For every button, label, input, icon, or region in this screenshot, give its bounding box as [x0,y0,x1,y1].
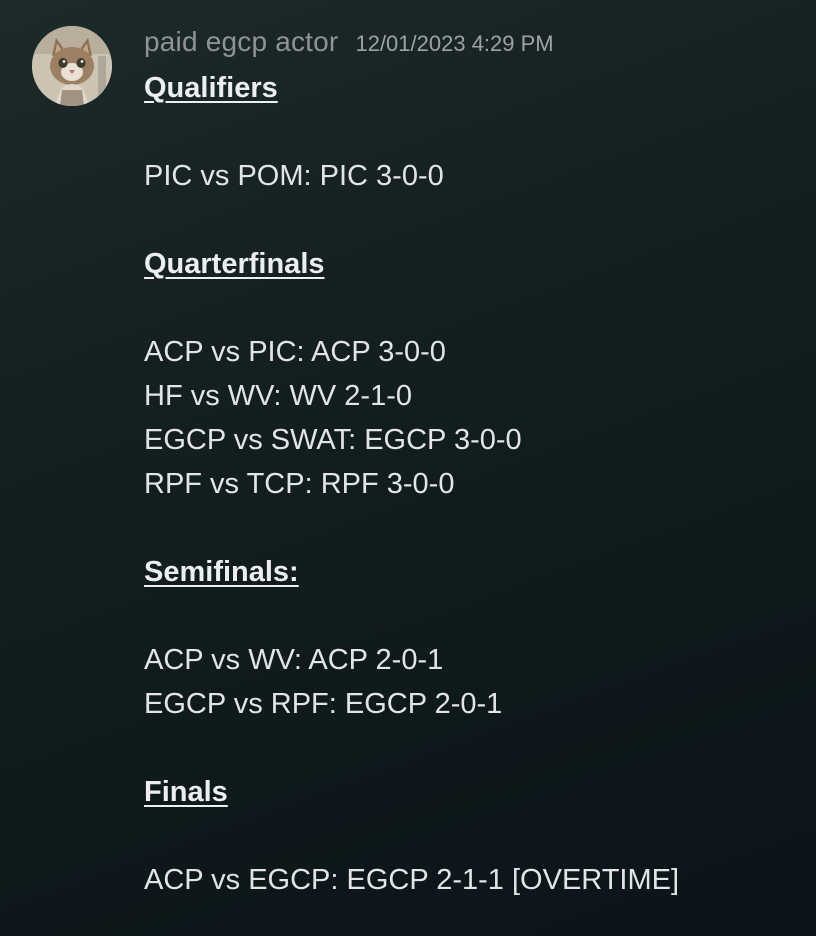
author-username[interactable]: paid egcp actor [144,26,338,58]
match-result-line: EGCP vs SWAT: EGCP 3-0-0 [144,424,522,456]
chat-message: paid egcp actor 12/01/2023 4:29 PM Quali… [0,0,816,936]
match-result-line: RPF vs TCP: RPF 3-0-0 [144,468,455,500]
match-result-line: EGCP vs RPF: EGCP 2-0-1 [144,688,503,720]
section-heading: Qualifiers [144,66,794,110]
message-timestamp[interactable]: 12/01/2023 4:29 PM [355,31,553,57]
heading-text: Qualifiers [144,72,278,104]
match-result-line: ACP vs WV: ACP 2-0-1 [144,644,444,676]
message-header: paid egcp actor 12/01/2023 4:29 PM [144,26,554,64]
user-avatar[interactable] [32,26,112,106]
match-result-line: ACP vs EGCP: EGCP 2-1-1 [OVERTIME] [144,864,680,896]
section-heading: Semifinals: [144,550,794,594]
match-result-line: PIC vs POM: PIC 3-0-0 [144,160,444,192]
section-heading: Quarterfinals [144,242,794,286]
message-content: Qualifiers PIC vs POM: PIC 3-0-0 Quarterfi… [144,66,794,902]
match-result-line: ACP vs PIC: ACP 3-0-0 [144,336,446,368]
heading-text: Quarterfinals [144,248,325,280]
heading-text: Semifinals: [144,556,299,588]
match-result-line: HF vs WV: WV 2-1-0 [144,380,412,412]
heading-text: Finals [144,776,228,808]
cat-avatar-icon [32,26,112,106]
section-heading: Finals [144,770,794,814]
